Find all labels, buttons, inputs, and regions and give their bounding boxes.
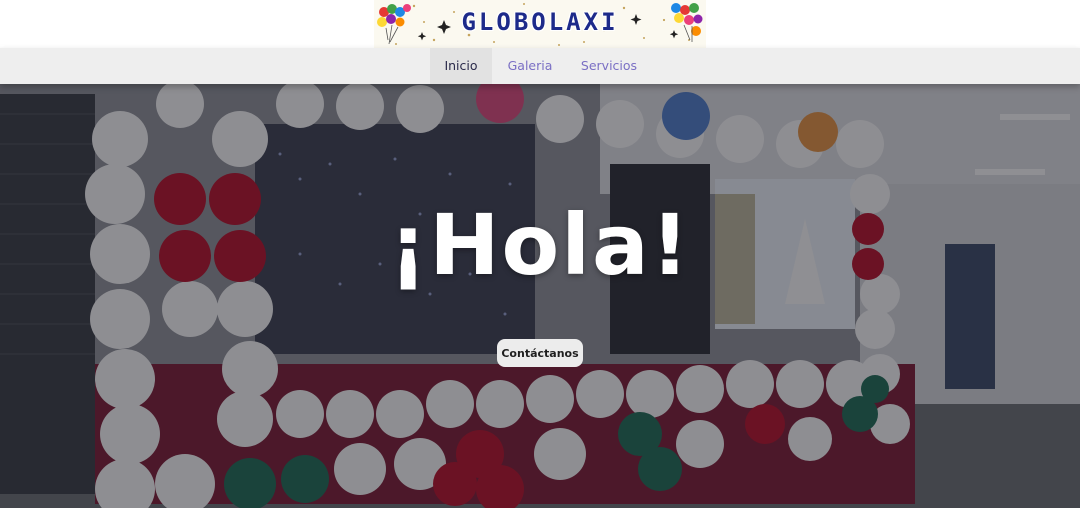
- site-header: GLOBOLAXI: [0, 0, 1080, 48]
- main-navigation: Inicio Galeria Servicios: [0, 48, 1080, 84]
- nav-item-inicio[interactable]: Inicio: [430, 48, 492, 84]
- brand-logo[interactable]: GLOBOLAXI: [374, 0, 706, 48]
- nav-item-servicios[interactable]: Servicios: [572, 48, 646, 84]
- hero-overlay: [0, 84, 1080, 508]
- nav-item-galeria[interactable]: Galeria: [497, 48, 563, 84]
- hero-section: ¡Hola! Contáctanos: [0, 84, 1080, 508]
- contact-button[interactable]: Contáctanos: [497, 339, 583, 367]
- logo-text: GLOBOLAXI: [461, 8, 619, 36]
- hero-title: ¡Hola!: [388, 196, 692, 294]
